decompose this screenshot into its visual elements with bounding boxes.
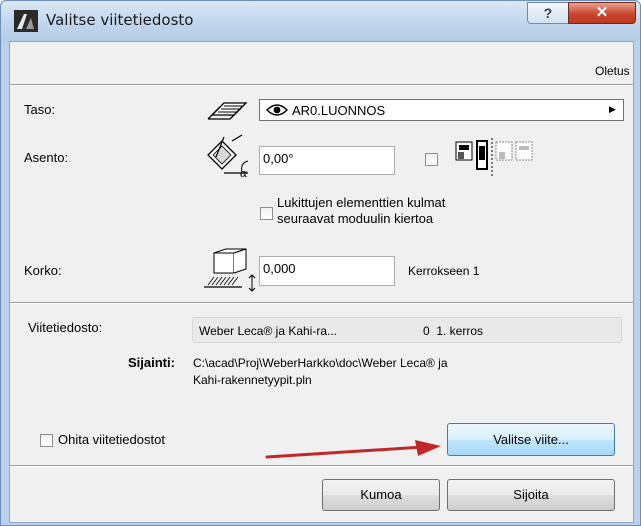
red-arrow-annotation — [265, 437, 445, 461]
elevation-icon — [202, 247, 258, 293]
separator — [10, 84, 633, 86]
lock-angle-label: Lukittujen elementtien kulmat seuraavat … — [277, 195, 446, 226]
mirror-placement-icons[interactable] — [455, 138, 537, 176]
defaults-link[interactable]: Oletus — [595, 64, 630, 78]
orientation-checkbox[interactable] — [425, 153, 438, 166]
rotation-angle-icon: α — [202, 133, 254, 180]
layer-label: Taso: — [24, 102, 56, 117]
layer-value: AR0.LUONNOS — [292, 103, 386, 118]
choose-reference-button[interactable]: Valitse viite... — [447, 423, 615, 456]
separator — [10, 465, 633, 467]
elevation-input[interactable]: 0,000 — [259, 256, 395, 286]
close-button[interactable]: ✕ — [568, 2, 636, 24]
dialog-window: Valitse viitetiedosto ? ✕ Oletus Taso: A… — [0, 0, 641, 526]
help-button[interactable]: ? — [527, 2, 569, 24]
dropdown-arrow-icon: ▶ — [609, 104, 616, 114]
skip-references-checkbox[interactable] — [40, 434, 53, 447]
elevation-reference-label: Kerrokseen 1 — [408, 264, 480, 278]
layer-dropdown[interactable]: AR0.LUONNOS ▶ — [259, 99, 624, 121]
dialog-client-area: Oletus Taso: AR0.LUONNOS ▶ Asento: α 0,0… — [9, 41, 634, 523]
cancel-button[interactable]: Kumoa — [322, 479, 440, 511]
title-bar[interactable]: Valitse viitetiedosto ? ✕ — [1, 1, 640, 41]
separator — [10, 302, 633, 304]
reference-file-name: Weber Leca® ja Kahi-ra... — [199, 324, 338, 338]
location-path-line2: Kahi-rakennetyypit.pln — [193, 373, 312, 387]
location-label: Sijainti: — [128, 355, 175, 370]
skip-references-label: Ohita viitetiedostot — [58, 432, 165, 447]
reference-file-field: Weber Leca® ja Kahi-ra... 0 1. kerros — [192, 317, 622, 343]
place-button[interactable]: Sijoita — [447, 479, 615, 511]
height-label: Korko: — [24, 263, 62, 278]
window-title: Valitse viitetiedosto — [46, 11, 194, 29]
reference-file-story: 0 1. kerros — [423, 324, 484, 338]
eye-icon — [266, 103, 288, 120]
svg-text:α: α — [240, 167, 248, 179]
reference-file-label: Viitetiedosto: — [28, 320, 103, 335]
angle-input[interactable]: 0,00° — [259, 146, 395, 175]
orientation-label: Asento: — [24, 150, 69, 165]
layer-settings-icon[interactable] — [204, 99, 250, 121]
location-path-line1: C:\acad\Proj\WeberHarkko\doc\Weber Leca®… — [193, 356, 448, 370]
lock-angle-checkbox[interactable] — [260, 207, 273, 220]
archicad-app-icon — [14, 10, 38, 32]
